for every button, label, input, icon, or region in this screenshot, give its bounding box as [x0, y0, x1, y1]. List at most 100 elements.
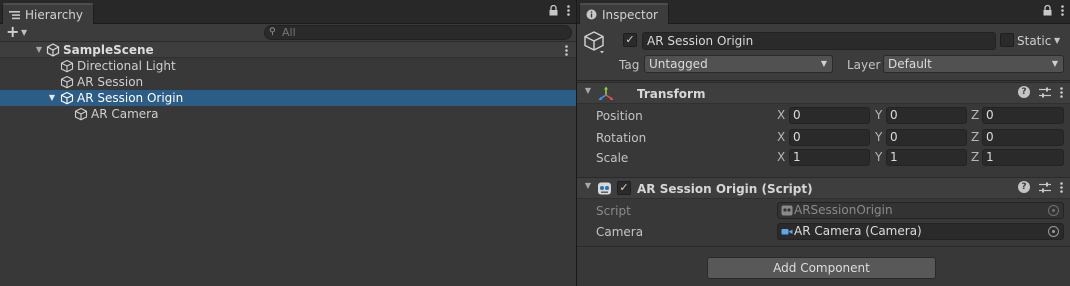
script-icon	[781, 205, 793, 216]
axis-z-label: Z	[971, 108, 980, 122]
axis-x-label: X	[777, 150, 786, 164]
tag-dropdown[interactable]: Untagged ▼	[644, 55, 833, 73]
tab-hierarchy[interactable]: Hierarchy	[2, 3, 94, 24]
foldout-expanded-icon[interactable]: ▼	[34, 42, 44, 58]
tab-hierarchy-label: Hierarchy	[25, 7, 84, 22]
camera-value: AR Camera (Camera)	[794, 224, 922, 238]
script-component-header[interactable]: ▼ ✓ AR Session Origin (Script) ?	[577, 177, 1070, 199]
object-picker-icon[interactable]	[1048, 226, 1059, 237]
cube-icon	[74, 107, 88, 121]
scale-y-value: 1	[890, 150, 898, 164]
rotation-z-value: 0	[986, 130, 994, 144]
camera-icon	[781, 229, 793, 235]
rotation-x-field[interactable]: 0	[789, 129, 870, 146]
static-checkbox[interactable]	[1000, 33, 1014, 47]
scene-row[interactable]: ▼ SampleScene	[0, 42, 576, 58]
create-plus-button[interactable]: +	[6, 24, 19, 40]
kebab-menu-icon[interactable]	[565, 45, 568, 56]
list-item[interactable]: AR Camera	[0, 106, 576, 122]
position-y-value: 0	[890, 108, 898, 122]
layer-dropdown[interactable]: Default ▼	[883, 55, 1064, 73]
foldout-expanded-icon[interactable]: ▼	[583, 86, 593, 95]
transform-title: Transform	[637, 87, 706, 101]
script-component-title: AR Session Origin (Script)	[637, 182, 813, 196]
divider	[577, 246, 1070, 247]
layer-label: Layer	[847, 58, 881, 72]
transform-component-header[interactable]: ▼ Transform ?	[577, 82, 1070, 104]
script-label: Script	[596, 204, 631, 218]
cube-icon[interactable]	[583, 30, 605, 54]
kebab-menu-icon[interactable]	[1060, 181, 1063, 193]
position-z-value: 0	[986, 108, 994, 122]
cube-icon	[60, 59, 74, 73]
hierarchy-list-icon	[9, 10, 20, 19]
foldout-expanded-icon[interactable]: ▼	[47, 90, 57, 106]
position-x-field[interactable]: 0	[789, 107, 870, 124]
static-label: Static	[1017, 34, 1052, 48]
lock-icon[interactable]	[549, 5, 558, 16]
scale-z-field[interactable]: 1	[982, 149, 1064, 166]
tag-value: Untagged	[649, 57, 708, 71]
object-name-field[interactable]: AR Session Origin	[642, 32, 996, 50]
scale-z-value: 1	[986, 150, 994, 164]
add-component-button[interactable]: Add Component	[707, 257, 936, 279]
hierarchy-tab-bar: Hierarchy	[0, 0, 576, 24]
active-checkbox[interactable]: ✓	[623, 33, 637, 47]
tab-inspector[interactable]: Inspector	[579, 3, 669, 24]
tag-label: Tag	[619, 58, 640, 72]
kebab-menu-icon[interactable]	[567, 5, 570, 16]
preset-sliders-icon[interactable]	[1039, 182, 1051, 193]
script-object-field: ARSessionOrigin	[777, 202, 1064, 219]
gameobject-header: ✓ AR Session Origin Static ▼ Tag Untagge…	[577, 24, 1070, 81]
chevron-down-icon[interactable]: ▼	[1054, 33, 1060, 49]
info-icon	[586, 9, 597, 20]
kebab-menu-icon[interactable]	[1060, 86, 1063, 98]
position-x-value: 0	[793, 108, 801, 122]
chevron-down-icon: ▼	[820, 59, 827, 68]
cube-icon	[60, 75, 74, 89]
position-label: Position	[596, 109, 643, 123]
scale-x-value: 1	[793, 150, 801, 164]
component-enabled-checkbox[interactable]: ✓	[617, 181, 631, 195]
rotation-y-field[interactable]: 0	[886, 129, 967, 146]
kebab-menu-icon[interactable]	[1061, 5, 1064, 16]
scale-y-field[interactable]: 1	[886, 149, 967, 166]
help-icon[interactable]: ?	[1018, 181, 1030, 193]
list-item[interactable]: Directional Light	[0, 58, 576, 74]
position-y-field[interactable]: 0	[886, 107, 967, 124]
preset-sliders-icon[interactable]	[1039, 87, 1051, 98]
inspector-tab-bar: Inspector	[577, 0, 1070, 24]
object-name-value: AR Session Origin	[647, 34, 754, 48]
axis-z-label: Z	[971, 130, 980, 144]
lock-icon[interactable]	[1043, 5, 1052, 16]
list-item-label: AR Camera	[91, 107, 159, 121]
hierarchy-toolbar: + ▼ ⚲	[0, 24, 576, 42]
axis-x-label: X	[777, 130, 786, 144]
cube-icon	[60, 91, 74, 105]
scale-x-field[interactable]: 1	[789, 149, 870, 166]
rotation-z-field[interactable]: 0	[982, 129, 1064, 146]
list-item-label: AR Session	[77, 75, 144, 89]
rotation-x-value: 0	[793, 130, 801, 144]
hierarchy-search-input[interactable]	[282, 26, 562, 39]
list-item-label: Directional Light	[77, 59, 176, 73]
tab-inspector-label: Inspector	[602, 7, 658, 22]
object-picker-icon	[1048, 205, 1059, 216]
layer-value: Default	[888, 57, 932, 71]
inspector-panel: Inspector ✓ AR Session Origin Static ▼ T…	[577, 0, 1070, 286]
list-item-selected[interactable]: ▼ AR Session Origin	[0, 90, 576, 106]
list-item[interactable]: AR Session	[0, 74, 576, 90]
axis-x-label: X	[777, 108, 786, 122]
chevron-down-icon: ▼	[1051, 59, 1058, 68]
position-z-field[interactable]: 0	[982, 107, 1064, 124]
foldout-expanded-icon[interactable]: ▼	[583, 181, 593, 190]
help-icon[interactable]: ?	[1018, 86, 1030, 98]
hierarchy-panel: Hierarchy + ▼ ⚲ ▼ SampleScene Directiona…	[0, 0, 576, 286]
rotation-label: Rotation	[596, 131, 647, 145]
camera-object-field[interactable]: AR Camera (Camera)	[777, 223, 1064, 240]
chevron-down-icon[interactable]: ▼	[21, 25, 27, 41]
hierarchy-tree: ▼ SampleScene Directional Light AR Sessi…	[0, 42, 576, 122]
script-value: ARSessionOrigin	[794, 203, 893, 217]
hierarchy-search[interactable]: ⚲	[264, 25, 572, 40]
camera-label: Camera	[596, 225, 644, 239]
